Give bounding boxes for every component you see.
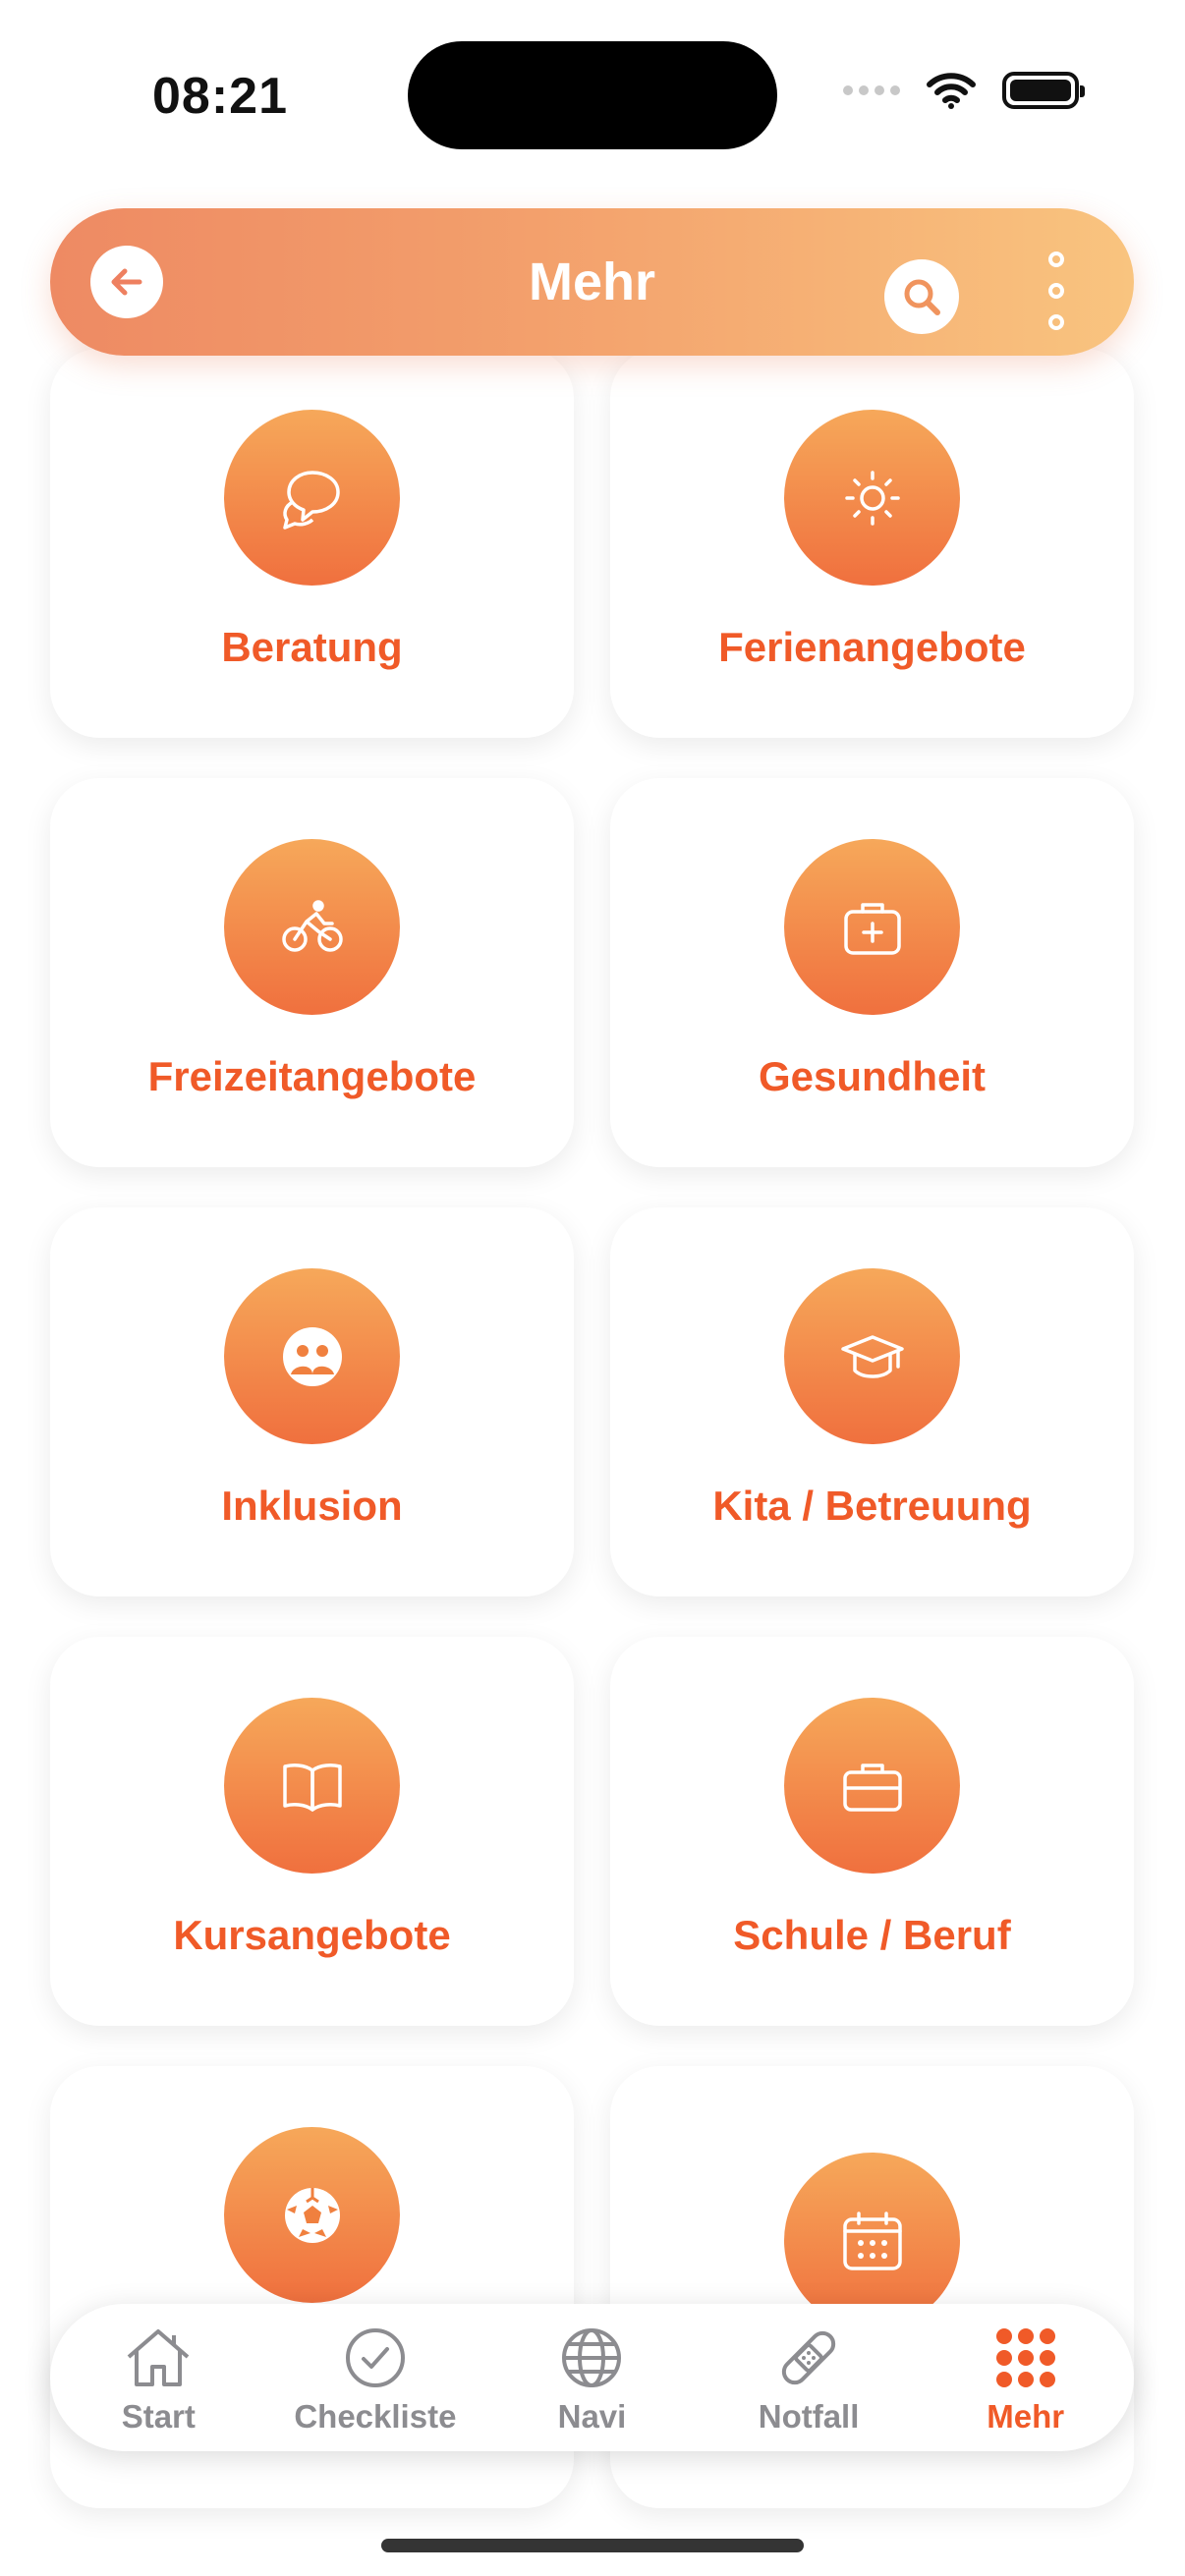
search-button[interactable] xyxy=(884,259,959,334)
open-book-icon xyxy=(282,1763,342,1812)
tile-icon-circle xyxy=(224,1268,400,1444)
page-title: Mehr xyxy=(528,252,655,311)
tile-icon-circle xyxy=(784,1698,960,1874)
tab-mehr[interactable]: Mehr xyxy=(917,2304,1134,2451)
dot-icon xyxy=(1048,283,1064,299)
tab-bar: Start Checkliste Navi Notfall Mehr xyxy=(50,2304,1134,2451)
tile-label: Beratung xyxy=(221,624,403,670)
battery-icon xyxy=(1002,72,1085,109)
tile-label: Ferienangebote xyxy=(718,624,1026,670)
tile-kursangebote[interactable]: Kursangebote xyxy=(50,1637,574,2026)
status-time: 08:21 xyxy=(152,68,288,125)
tile-icon-circle xyxy=(224,2127,400,2303)
home-icon xyxy=(127,2329,190,2386)
header-bar: Mehr xyxy=(50,208,1134,356)
tile-icon-circle xyxy=(784,410,960,586)
tab-label: Mehr xyxy=(987,2398,1065,2435)
tab-start[interactable]: Start xyxy=(50,2304,267,2451)
tile-icon-circle xyxy=(224,410,400,586)
tab-checkliste[interactable]: Checkliste xyxy=(267,2304,484,2451)
tile-icon-circle xyxy=(224,1698,400,1874)
calendar-icon xyxy=(842,2211,902,2270)
tile-kita-betreuung[interactable]: Kita / Betreuung xyxy=(610,1207,1134,1596)
briefcase-icon xyxy=(842,1763,902,1812)
dot-icon xyxy=(1048,252,1064,267)
tab-navi[interactable]: Navi xyxy=(483,2304,701,2451)
wifi-icon xyxy=(927,73,976,109)
tile-freizeitangebote[interactable]: Freizeitangebote xyxy=(50,778,574,1167)
tab-label: Navi xyxy=(557,2398,627,2435)
tile-gesundheit[interactable]: Gesundheit xyxy=(610,778,1134,1167)
cellular-signal-icon xyxy=(843,85,900,95)
tile-label: Kita / Betreuung xyxy=(712,1483,1032,1529)
dot-icon xyxy=(1048,314,1064,330)
tab-label: Notfall xyxy=(758,2398,860,2435)
sun-icon xyxy=(844,470,900,526)
tile-label: Freizeitangebote xyxy=(147,1053,477,1099)
checkmark-circle-icon xyxy=(345,2328,405,2387)
tile-beratung[interactable]: Beratung xyxy=(50,349,574,738)
tile-schule-beruf[interactable]: Schule / Beruf xyxy=(610,1637,1134,2026)
grid-dots-icon xyxy=(995,2328,1055,2387)
tile-icon-circle xyxy=(224,839,400,1015)
tile-label: Gesundheit xyxy=(758,1053,987,1099)
bandage-icon xyxy=(781,2330,836,2385)
dynamic-island xyxy=(408,41,777,149)
status-icons xyxy=(843,71,1085,110)
first-aid-kit-icon xyxy=(843,902,901,955)
tab-label: Checkliste xyxy=(294,2398,457,2435)
globe-icon xyxy=(562,2328,622,2387)
tile-inklusion[interactable]: Inklusion xyxy=(50,1207,574,1596)
tile-label: Inklusion xyxy=(221,1483,403,1529)
soccer-ball-icon xyxy=(284,2187,340,2243)
tile-label: Kursangebote xyxy=(173,1912,451,1958)
tile-ferienangebote[interactable]: Ferienangebote xyxy=(610,349,1134,738)
chat-bubbles-icon xyxy=(282,470,340,530)
bicycle-icon xyxy=(281,899,343,952)
home-indicator[interactable] xyxy=(381,2539,804,2552)
tile-icon-circle xyxy=(784,839,960,1015)
tab-label: Start xyxy=(121,2398,196,2435)
tile-icon-circle xyxy=(784,2153,960,2328)
tab-notfall[interactable]: Notfall xyxy=(701,2304,918,2451)
search-icon xyxy=(904,279,940,315)
tile-label: Schule / Beruf xyxy=(733,1912,1011,1958)
people-circle-icon xyxy=(282,1326,342,1386)
tile-icon-circle xyxy=(784,1268,960,1444)
more-options-button[interactable] xyxy=(1037,252,1076,330)
graduation-cap-icon xyxy=(840,1334,904,1378)
